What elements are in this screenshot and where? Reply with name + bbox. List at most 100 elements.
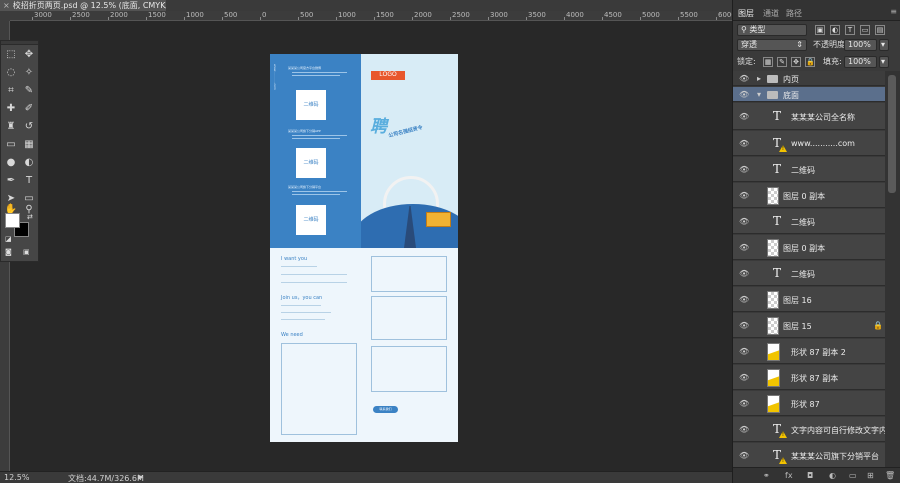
visibility-eye-icon[interactable]: 👁 [739,112,749,121]
layer-row[interactable]: 👁 形状 87 副本 2 [733,339,885,364]
filter-smart-object-icon[interactable]: ▤ [875,25,885,35]
gradient-tool-icon[interactable]: ▦ [21,137,37,153]
blur-tool-icon[interactable]: ● [3,155,19,171]
ruler-label: 4000 [566,11,584,19]
tools-grip[interactable] [1,41,38,45]
layer-row[interactable]: 👁 T 二维码 [733,157,885,182]
swap-colors-icon[interactable]: ⇄ [27,213,33,221]
layer-row[interactable]: 👁 形状 87 副本 [733,365,885,390]
zoom-level[interactable]: 12.5% [4,473,29,482]
quick-mask-icon[interactable]: ◙ [5,248,12,256]
new-group-icon[interactable]: ▭ [849,471,857,480]
screen-mode-icon[interactable]: ▣ [23,248,30,256]
type-tool-icon[interactable]: T [21,173,37,189]
filter-type-icon[interactable]: T [845,25,855,35]
layer-row[interactable]: 👁 T! 某某某公司旗下分销平台 [733,443,885,467]
tab-paths[interactable]: 路径 [786,8,802,19]
link-layers-icon[interactable]: ⚭ [763,471,770,480]
brush-tool-icon[interactable]: ✐ [21,101,37,117]
ruler-tick [564,17,565,20]
layer-row[interactable]: 👁 T! 文字内容可自行修改文字内... [733,417,885,442]
visibility-eye-icon[interactable]: 👁 [739,425,749,434]
crop-tool-icon[interactable]: ⌗ [3,83,19,99]
layer-row[interactable]: 👁 图层 16 [733,287,885,312]
document-canvas[interactable]: www.............com 某某某公司官方平台微博 二维码 某某某公… [270,54,458,442]
lock-position-icon[interactable]: ✥ [791,57,801,67]
opacity-dropdown-icon[interactable]: ▾ [879,39,889,51]
chevron-right-icon[interactable]: ▸ [757,74,761,83]
scrollbar-thumb[interactable] [888,75,896,193]
ruler-label: 3000 [490,11,508,19]
fill-dropdown-icon[interactable]: ▾ [879,56,889,68]
layer-row[interactable]: 👁 🔒 图层 15 [733,313,885,338]
pen-tool-icon[interactable]: ✒ [3,173,19,189]
tab-layers[interactable]: 图层 [738,8,754,19]
magic-wand-tool-icon[interactable]: ✧ [21,65,37,81]
new-layer-icon[interactable]: ⊞ [867,471,874,480]
layer-row[interactable]: 👁 形状 87 [733,391,885,416]
stamp-tool-icon[interactable]: ♜ [3,119,19,135]
fill-input[interactable]: 100% [844,56,877,68]
visibility-eye-icon[interactable]: 👁 [739,347,749,356]
tab-channels[interactable]: 通道 [763,8,779,19]
layer-row[interactable]: 👁 T 某某某公司全名称 [733,103,885,130]
visibility-eye-icon[interactable]: 👁 [739,217,749,226]
ruler-tick [412,17,413,20]
status-menu-icon[interactable]: ▶ [138,473,143,481]
shape-thumbnail [767,395,780,413]
visibility-eye-icon[interactable]: 👁 [739,295,749,304]
healing-tool-icon[interactable]: ✚ [3,101,19,117]
chevron-down-icon[interactable]: ▾ [757,90,761,99]
move-tool-icon[interactable]: ✥ [21,47,37,63]
marquee-tool-icon[interactable]: ⬚ [3,47,19,63]
layers-scrollbar[interactable] [885,71,900,467]
job-box-right-3 [371,346,447,392]
lock-pixels-icon[interactable]: ✎ [777,57,787,67]
opacity-input[interactable]: 100% [844,39,877,51]
layer-row[interactable]: 👁 ▾ 底面 [733,87,885,102]
lasso-tool-icon[interactable]: ◌ [3,65,19,81]
panel-menu-icon[interactable]: ≡ [890,7,897,16]
filter-pixel-icon[interactable]: ▣ [815,25,825,35]
layer-row[interactable]: 👁 图层 0 副本 [733,183,885,208]
visibility-eye-icon[interactable]: 👁 [739,269,749,278]
delete-layer-icon[interactable]: 🗑 [885,471,895,480]
layer-row[interactable]: 👁 ▸ 内页 [733,71,885,86]
text-layer-icon: T [773,422,782,436]
lock-all-icon[interactable]: 🔒 [805,57,815,67]
layer-row[interactable]: 👁 T 二维码 [733,209,885,234]
layer-row[interactable]: 👁 T! www...........com [733,131,885,156]
visibility-eye-icon[interactable]: 👁 [739,90,749,99]
filter-shape-icon[interactable]: ▭ [860,25,870,35]
default-colors-icon[interactable]: ◪ [5,235,12,243]
layer-thumbnail [767,317,779,335]
visibility-eye-icon[interactable]: 👁 [739,321,749,330]
layer-row[interactable]: 👁 T 二维码 [733,261,885,286]
foreground-color-swatch[interactable] [5,213,20,228]
layer-row[interactable]: 👁 图层 0 副本 [733,235,885,260]
visibility-eye-icon[interactable]: 👁 [739,451,749,460]
filter-adjustment-icon[interactable]: ◐ [830,25,840,35]
ruler-label: 500 [224,11,238,19]
filter-kind-select[interactable]: ⚲ 类型 [737,24,807,36]
visibility-eye-icon[interactable]: 👁 [739,139,749,148]
eraser-tool-icon[interactable]: ▭ [3,137,19,153]
document-tab[interactable]: × 校招折页两页.psd @ 12.5% (底面, CMYK/8) [0,0,166,11]
text-line [292,138,340,139]
lock-transparency-icon[interactable]: ▦ [763,57,773,67]
dodge-tool-icon[interactable]: ◐ [21,155,37,171]
ruler-label: 5500 [680,11,698,19]
visibility-eye-icon[interactable]: 👁 [739,74,749,83]
adjustment-layer-icon[interactable]: ◐ [829,471,836,480]
close-tab-icon[interactable]: × [3,1,10,10]
visibility-eye-icon[interactable]: 👁 [739,191,749,200]
layer-mask-icon[interactable]: ◘ [807,471,813,480]
visibility-eye-icon[interactable]: 👁 [739,373,749,382]
history-brush-tool-icon[interactable]: ↺ [21,119,37,135]
visibility-eye-icon[interactable]: 👁 [739,165,749,174]
blend-mode-select[interactable]: 穿透 ⇕ [737,39,807,51]
visibility-eye-icon[interactable]: 👁 [739,243,749,252]
layer-style-icon[interactable]: fx [785,471,793,480]
eyedropper-tool-icon[interactable]: ✎ [21,83,37,99]
visibility-eye-icon[interactable]: 👁 [739,399,749,408]
